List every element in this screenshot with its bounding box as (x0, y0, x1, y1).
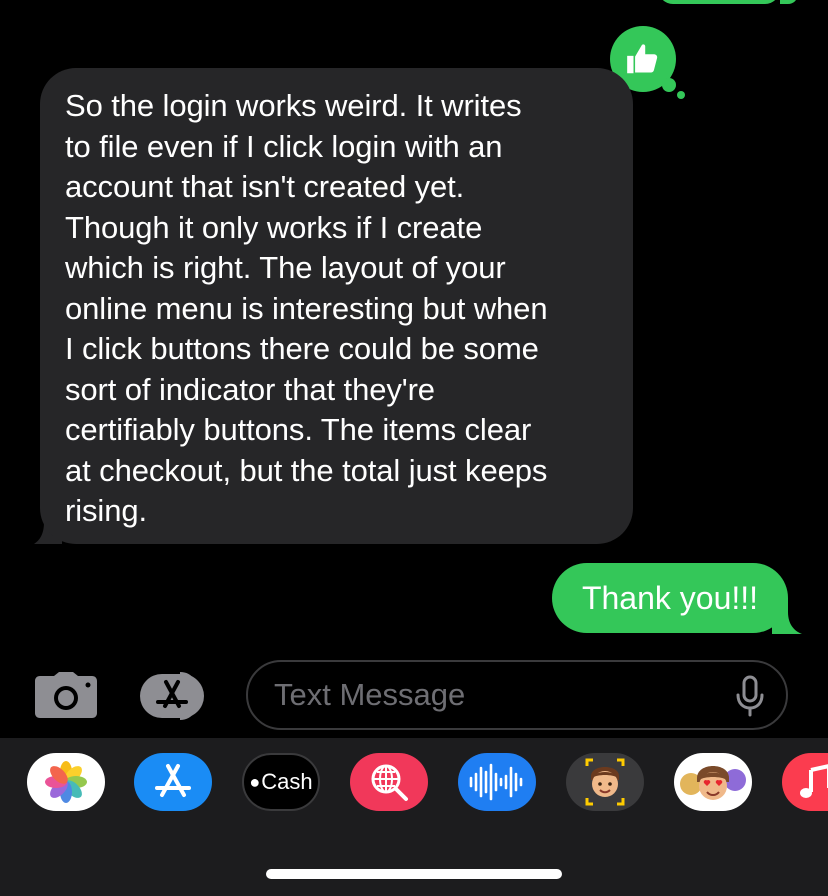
photos-icon (45, 761, 87, 803)
apple-logo-icon: ● (249, 771, 261, 792)
thumbs-up-icon (627, 44, 658, 74)
message-line: which is right. The layout of your (65, 250, 506, 285)
memoji-stickers-icon (680, 766, 746, 800)
music-note-icon (800, 764, 828, 798)
memoji-icon (585, 758, 625, 806)
incoming-message-bubble[interactable]: So the login works weird. It writes to f… (40, 68, 633, 544)
tapback-bubble-dot-small (677, 91, 685, 99)
message-line: I click buttons there could be some (65, 331, 539, 366)
message-line: So the login works weird. It writes (65, 88, 522, 123)
message-line: to file even if I click login with an (65, 128, 503, 164)
message-line: sort of indicator that they're (65, 371, 435, 407)
home-indicator[interactable] (266, 869, 562, 879)
apple-cash-label: Cash (261, 769, 313, 794)
previous-outgoing-bubble[interactable] (658, 0, 780, 4)
message-line: Though it only works if I create (65, 209, 483, 245)
app-store-icon (140, 672, 204, 720)
message-line: rising. (65, 493, 147, 528)
tapback-bubble-dot (662, 78, 676, 92)
app-store-icon (155, 764, 191, 797)
outgoing-message-text: Thank you!!! (581, 579, 759, 616)
message-line: account that isn't created yet. (65, 169, 465, 204)
globe-search-icon (371, 764, 408, 801)
message-line: online menu is interesting but when (65, 290, 548, 326)
camera-button[interactable] (34, 672, 98, 718)
microphone-icon (736, 675, 764, 717)
message-line: certifiably buttons. The items clear (65, 412, 532, 447)
apps-button[interactable] (136, 670, 214, 722)
app-store-app[interactable] (134, 753, 212, 811)
previous-outgoing-bubble-tail (780, 0, 798, 4)
message-input-placeholder: Text Message (274, 677, 466, 712)
photos-app[interactable] (27, 753, 105, 811)
apple-cash-app[interactable]: ● Cash (242, 753, 320, 811)
images-search-app[interactable] (350, 753, 428, 811)
outgoing-message-bubble[interactable]: Thank you!!! (552, 563, 788, 633)
waveform-icon (469, 763, 523, 801)
memoji-stickers-app[interactable] (674, 753, 752, 811)
camera-icon (35, 672, 97, 718)
message-line: at checkout, but the total just keeps (65, 452, 548, 488)
memoji-app[interactable] (566, 753, 644, 811)
dictation-button[interactable] (734, 675, 766, 717)
audio-message-app[interactable] (458, 753, 536, 811)
